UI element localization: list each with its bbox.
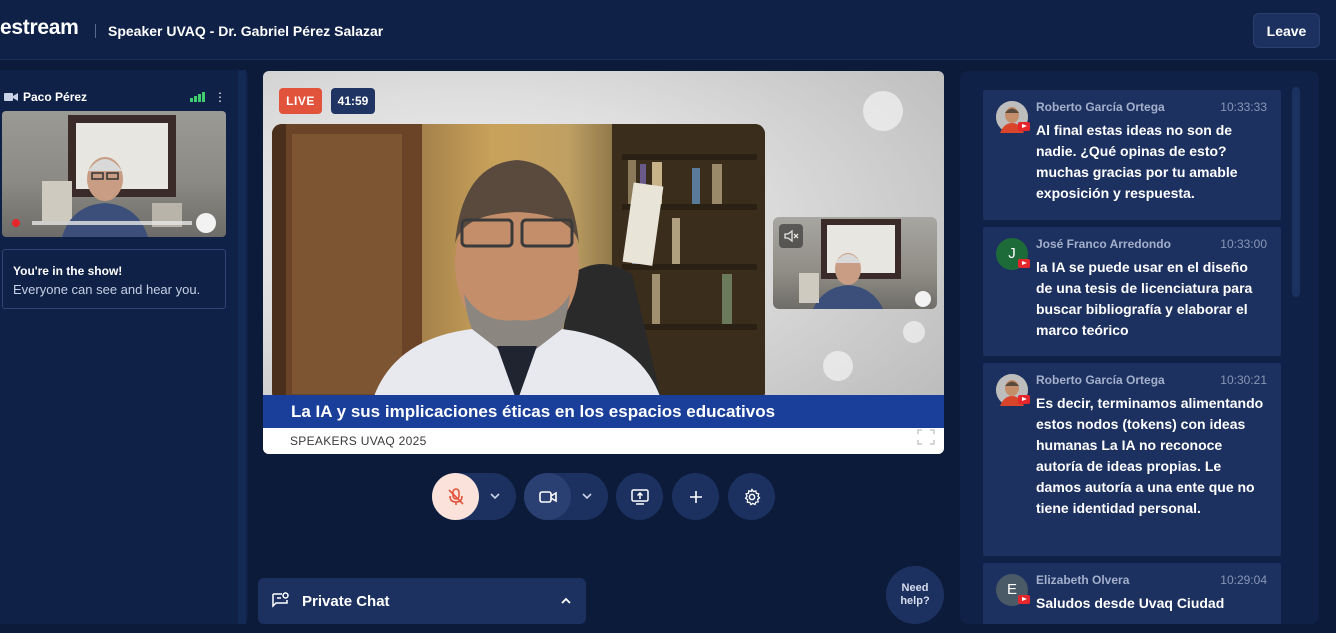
background-sparkle bbox=[823, 351, 853, 381]
signal-strength-icon bbox=[190, 92, 206, 102]
microphone-muted-icon bbox=[447, 487, 464, 505]
chat-bubble-icon bbox=[272, 592, 289, 608]
settings-wrapper bbox=[728, 473, 775, 520]
self-video-preview bbox=[2, 111, 226, 237]
background-sparkle bbox=[903, 321, 925, 343]
on-air-text: Everyone can see and hear you. bbox=[13, 282, 201, 297]
need-help-line-1: Need bbox=[901, 582, 929, 594]
header-divider bbox=[95, 24, 96, 38]
self-view-header: Paco Pérez ⋮ bbox=[4, 89, 226, 105]
more-options-icon[interactable]: ⋮ bbox=[214, 90, 226, 104]
need-help-line-2: help? bbox=[900, 595, 930, 607]
private-chat-label: Private Chat bbox=[302, 593, 390, 610]
plus-icon bbox=[689, 490, 702, 503]
youtube-icon bbox=[1018, 259, 1030, 268]
comment-card[interactable]: Roberto García Ortega 10:30:21 Es decir,… bbox=[983, 363, 1281, 556]
microphone-control-group bbox=[432, 473, 516, 520]
on-air-notice: You're in the show! Everyone can see and… bbox=[2, 249, 226, 309]
need-help-button[interactable]: Need help? bbox=[886, 566, 944, 624]
left-panel-scrollbar[interactable] bbox=[238, 70, 246, 624]
comment-author: Roberto García Ortega bbox=[1036, 100, 1165, 114]
comment-author: José Franco Arredondo bbox=[1036, 237, 1171, 251]
youtube-icon bbox=[1018, 122, 1030, 131]
comment-text: Es decir, terminamos alimentando estos n… bbox=[1036, 395, 1264, 516]
comment-time: 10:33:33 bbox=[1220, 100, 1267, 114]
comment-card[interactable]: J José Franco Arredondo 10:33:00 la IA s… bbox=[983, 227, 1281, 356]
share-screen-icon bbox=[630, 488, 649, 505]
elapsed-timer: 41:59 bbox=[331, 88, 375, 114]
self-name: Paco Pérez bbox=[23, 90, 88, 104]
guest-muted-indicator bbox=[779, 224, 803, 248]
share-screen-button[interactable] bbox=[616, 473, 663, 520]
camera-icon bbox=[538, 490, 557, 503]
camera-control-group bbox=[524, 473, 608, 520]
ticker-bar: SPEAKERS UVAQ 2025 bbox=[263, 428, 944, 454]
speaker-video-frame bbox=[272, 124, 765, 402]
share-screen-wrapper bbox=[616, 473, 663, 520]
ticker-text: SPEAKERS UVAQ 2025 bbox=[290, 434, 427, 448]
microphone-toggle-button[interactable] bbox=[432, 473, 479, 520]
on-air-title: You're in the show! bbox=[13, 264, 123, 278]
camera-toggle-button[interactable] bbox=[524, 473, 571, 520]
camera-icon bbox=[4, 93, 18, 101]
banner-title: La IA y sus implicaciones éticas en los … bbox=[291, 402, 776, 421]
comment-text: la IA se puede usar en el diseño de una … bbox=[1036, 259, 1253, 338]
brand-logo: estream bbox=[0, 16, 79, 39]
background-sparkle bbox=[863, 91, 903, 131]
comment-author: Roberto García Ortega bbox=[1036, 373, 1165, 387]
gear-icon bbox=[744, 487, 760, 506]
comment-time: 10:33:00 bbox=[1220, 237, 1267, 251]
broadcast-stage: LIVE 41:59 La IA y sus implicaciones éti… bbox=[263, 71, 944, 454]
top-bar: estream Speaker UVAQ - Dr. Gabriel Pérez… bbox=[0, 0, 1336, 60]
broadcast-title: Speaker UVAQ - Dr. Gabriel Pérez Salazar bbox=[108, 23, 384, 39]
comment-time: 10:29:04 bbox=[1220, 573, 1267, 587]
speaker-video bbox=[272, 124, 765, 402]
speaker-muted-icon bbox=[784, 229, 799, 243]
self-video-frame bbox=[12, 115, 216, 237]
microphone-options-chevron-icon[interactable] bbox=[487, 488, 503, 504]
chevron-up-icon bbox=[561, 597, 571, 604]
comment-text: Al final estas ideas no son de nadie. ¿Q… bbox=[1036, 122, 1238, 201]
private-chat-toggle[interactable]: Private Chat bbox=[258, 578, 586, 624]
comment-author: Elizabeth Olvera bbox=[1036, 573, 1130, 587]
leave-button[interactable]: Leave bbox=[1253, 13, 1320, 48]
settings-button[interactable] bbox=[728, 473, 775, 520]
comment-text: Saludos desde Uvaq Ciudad bbox=[1036, 595, 1225, 611]
fullscreen-icon[interactable] bbox=[917, 429, 935, 445]
comments-scrollbar[interactable] bbox=[1292, 87, 1300, 297]
comment-card[interactable]: E Elizabeth Olvera 10:29:04 Saludos desd… bbox=[983, 563, 1281, 624]
add-wrapper bbox=[672, 473, 719, 520]
comment-card[interactable]: Roberto García Ortega 10:33:33 Al final … bbox=[983, 90, 1281, 220]
live-badge: LIVE bbox=[279, 88, 322, 114]
comment-time: 10:30:21 bbox=[1220, 373, 1267, 387]
add-button[interactable] bbox=[672, 473, 719, 520]
guest-video bbox=[773, 217, 937, 309]
youtube-icon bbox=[1018, 595, 1030, 604]
youtube-icon bbox=[1018, 395, 1030, 404]
comments-panel: Roberto García Ortega 10:33:33 Al final … bbox=[960, 71, 1319, 624]
participants-panel: Paco Pérez ⋮ You're in the show! Everyon… bbox=[0, 70, 248, 624]
title-banner: La IA y sus implicaciones éticas en los … bbox=[263, 395, 944, 428]
camera-options-chevron-icon[interactable] bbox=[579, 488, 595, 504]
